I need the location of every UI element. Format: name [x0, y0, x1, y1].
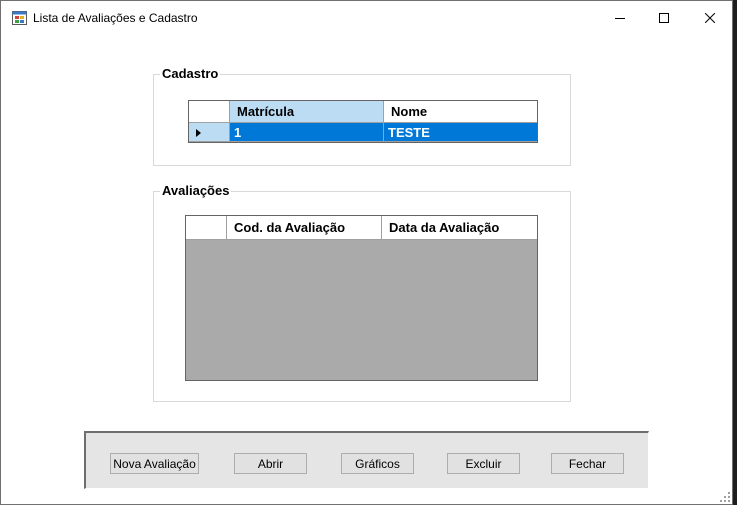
- row-header[interactable]: [189, 123, 230, 142]
- title-bar[interactable]: Lista de Avaliações e Cadastro: [1, 1, 732, 34]
- column-header-data-avaliacao[interactable]: Data da Avaliação: [382, 216, 537, 240]
- table-row[interactable]: 1 TESTE: [189, 123, 537, 142]
- current-row-arrow-icon: [196, 129, 201, 137]
- resize-grip-icon[interactable]: [720, 492, 730, 502]
- graficos-button[interactable]: Gráficos: [341, 453, 414, 474]
- close-icon: [705, 12, 715, 23]
- maximize-button[interactable]: [641, 1, 687, 34]
- main-window: Lista de Avaliações e Cadastro Cadastro …: [0, 0, 733, 505]
- fechar-button[interactable]: Fechar: [551, 453, 624, 474]
- minimize-icon: [615, 17, 625, 19]
- cadastro-corner-cell[interactable]: [189, 101, 230, 123]
- maximize-icon: [659, 12, 669, 23]
- avaliacoes-group-title: Avaliações: [160, 183, 232, 199]
- minimize-button[interactable]: [597, 1, 643, 34]
- excluir-button[interactable]: Excluir: [447, 453, 520, 474]
- cell-nome[interactable]: TESTE: [384, 123, 537, 142]
- nova-avaliacao-button[interactable]: Nova Avaliação: [110, 453, 199, 474]
- cadastro-grid-header: Matrícula Nome: [189, 101, 537, 123]
- close-button[interactable]: [687, 1, 733, 34]
- column-header-nome[interactable]: Nome: [384, 101, 537, 123]
- cadastro-group-title: Cadastro: [160, 66, 221, 82]
- column-header-matricula[interactable]: Matrícula: [230, 101, 384, 123]
- button-panel: Nova Avaliação Abrir Gráficos Excluir Fe…: [84, 431, 649, 489]
- avaliacoes-corner-cell[interactable]: [186, 216, 227, 240]
- cadastro-grid[interactable]: Matrícula Nome 1 TESTE: [188, 100, 538, 143]
- abrir-button[interactable]: Abrir: [234, 453, 307, 474]
- avaliacoes-grid-header: Cod. da Avaliação Data da Avaliação: [186, 216, 537, 240]
- window-title: Lista de Avaliações e Cadastro: [33, 11, 198, 25]
- cell-matricula[interactable]: 1: [230, 123, 384, 142]
- app-form-icon: [12, 11, 27, 25]
- avaliacoes-grid[interactable]: Cod. da Avaliação Data da Avaliação: [185, 215, 538, 381]
- column-header-cod-avaliacao[interactable]: Cod. da Avaliação: [227, 216, 382, 240]
